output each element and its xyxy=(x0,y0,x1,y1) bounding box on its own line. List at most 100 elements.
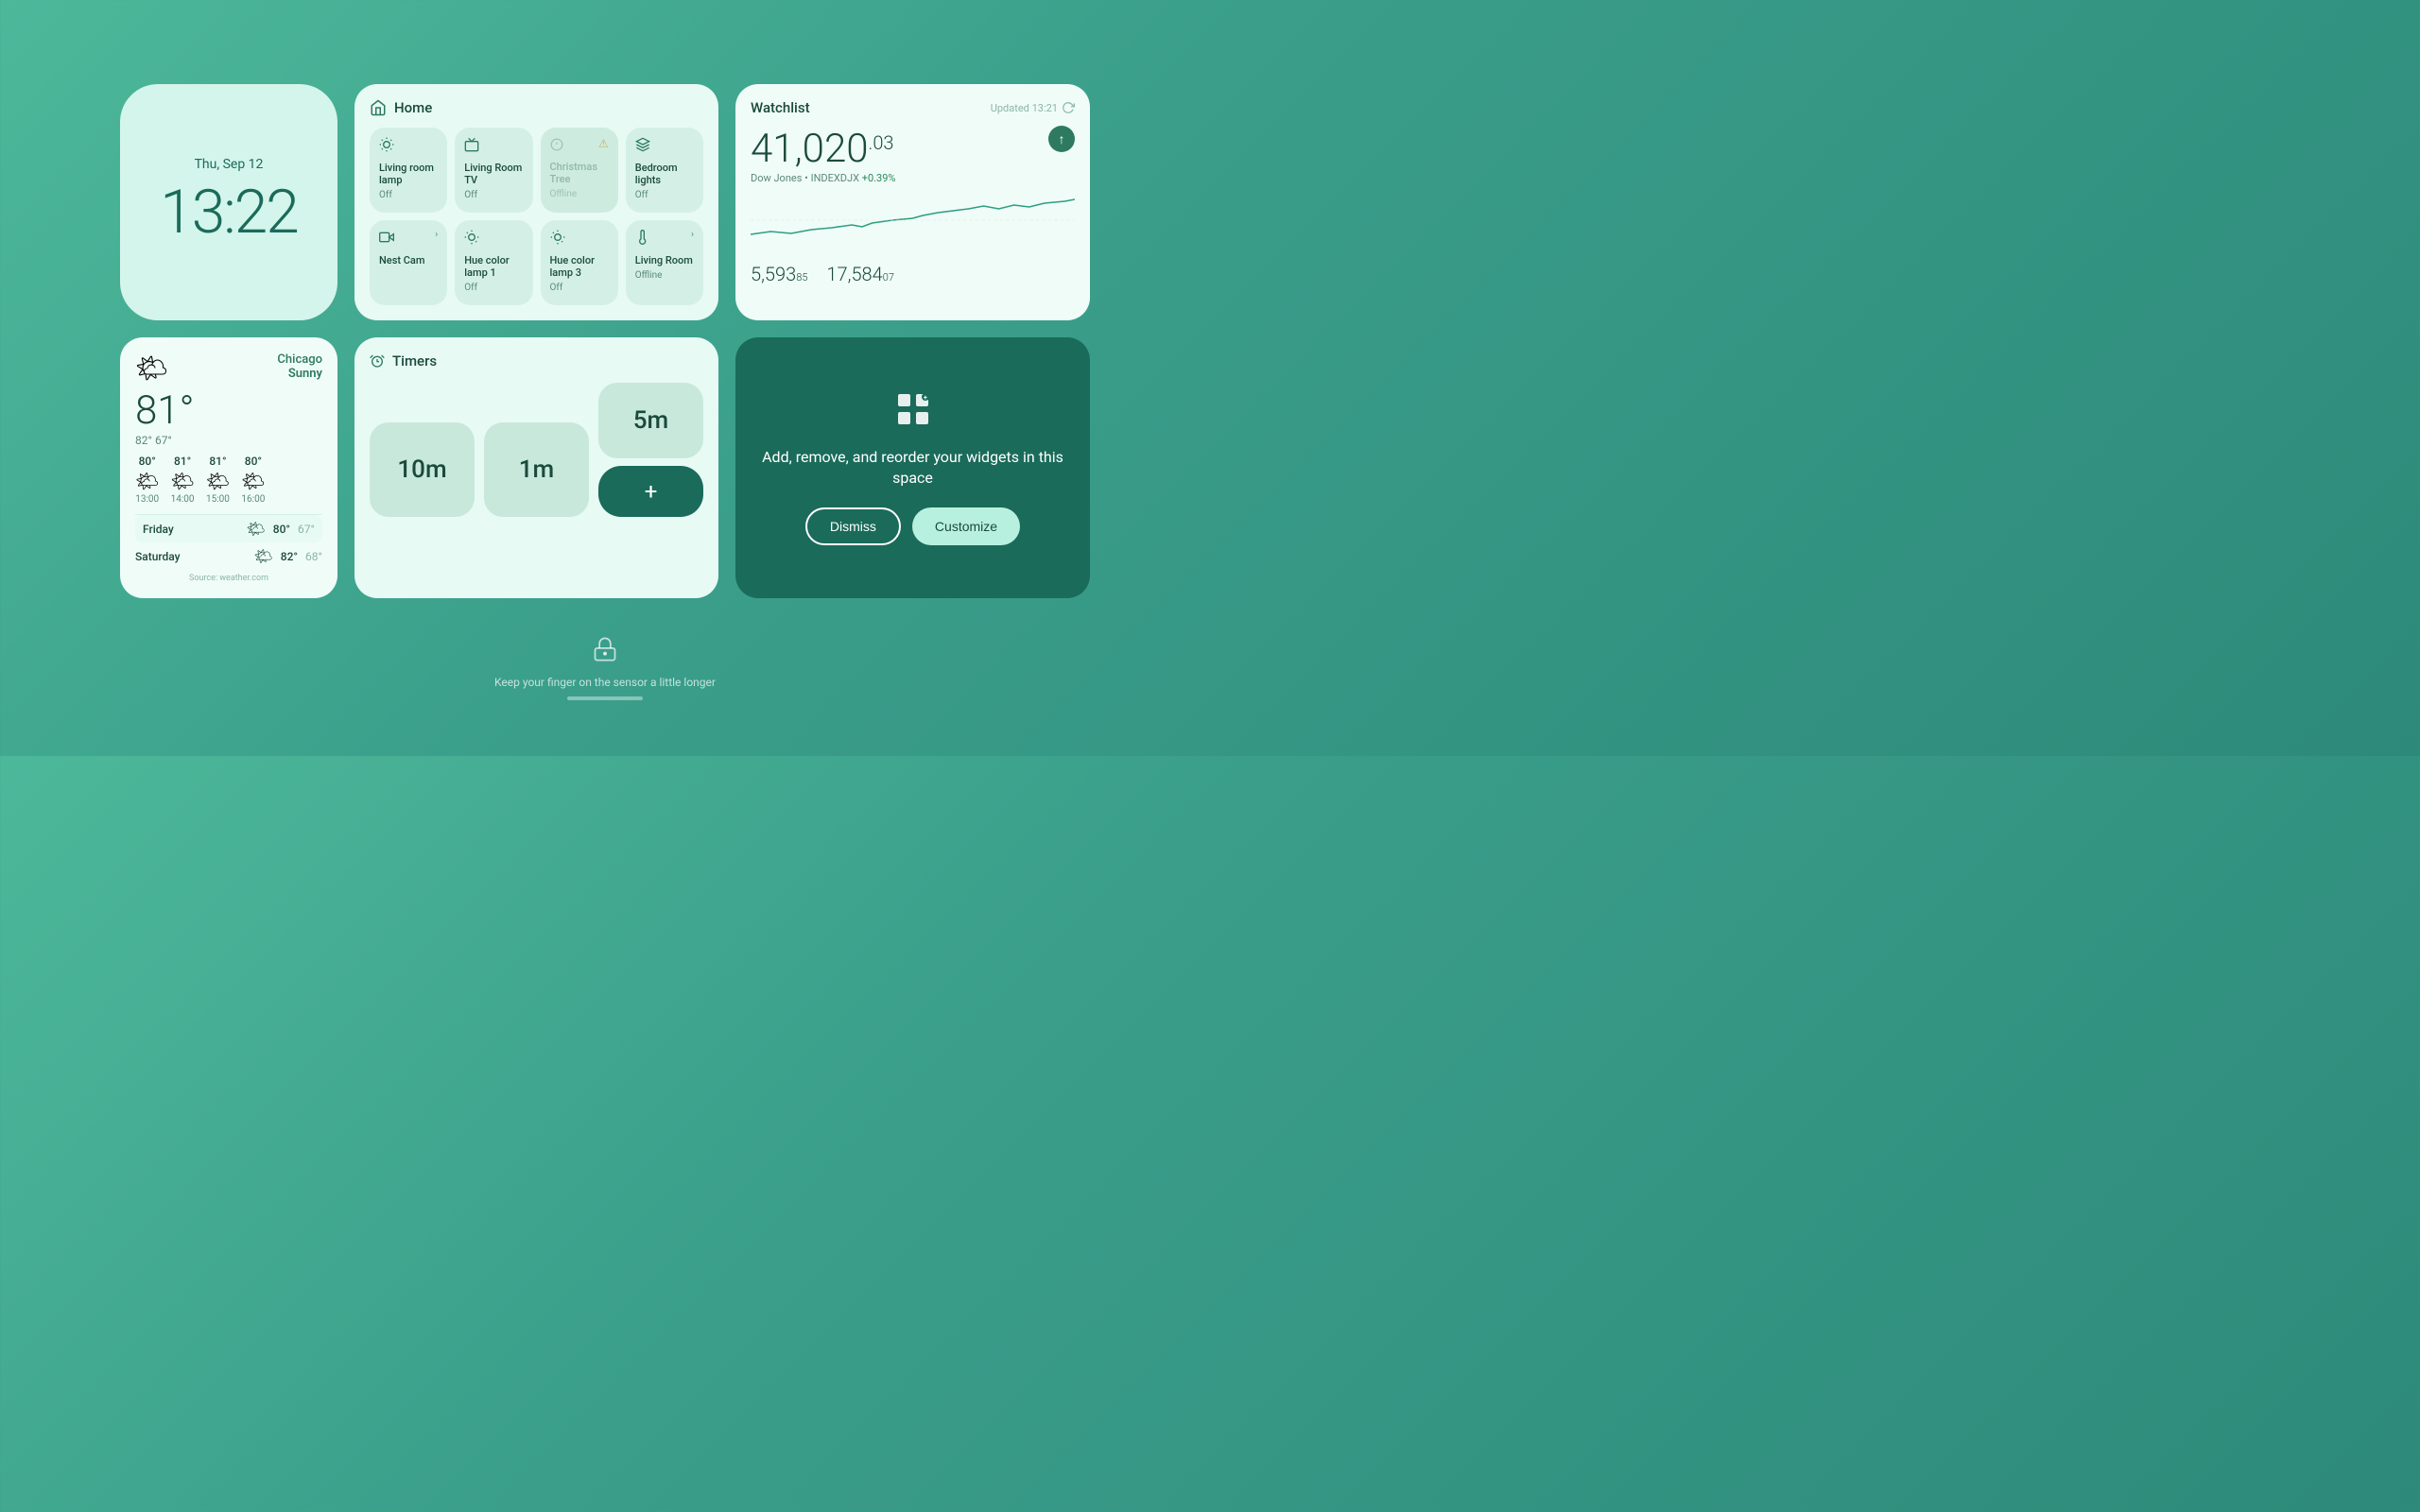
chart-svg xyxy=(751,192,1075,249)
daily-temps-saturday: 82° 68° xyxy=(281,550,322,563)
hue-lamp-3-icon xyxy=(550,230,609,249)
fingerprint-section: Keep your finger on the sensor a little … xyxy=(494,636,716,700)
watchlist-updated: Updated 13:21 xyxy=(991,101,1075,114)
living-room-icon xyxy=(635,230,694,249)
hourly-icon-4: 🌤 xyxy=(241,470,265,492)
timer-value-10m: 10m xyxy=(397,455,446,484)
hourly-time-2: 14:00 xyxy=(171,494,195,505)
widget-grid-icon: + xyxy=(894,390,932,428)
stock-price-decimal: .03 xyxy=(869,131,894,154)
customize-buttons: Dismiss Customize xyxy=(805,507,1020,545)
weather-header: 🌤 Chicago Sunny xyxy=(135,352,322,384)
customize-icon: + xyxy=(894,390,932,436)
fingerprint-icon xyxy=(592,636,618,668)
watchlist-updated-text: Updated 13:21 xyxy=(991,102,1058,114)
timer-card-1m[interactable]: 1m xyxy=(484,422,589,517)
device-name-tv: Living Room TV xyxy=(464,162,523,186)
svg-text:+: + xyxy=(924,394,927,402)
device-name-hue-lamp-3: Hue color lamp 3 xyxy=(550,254,609,279)
bedroom-lights-icon xyxy=(635,137,694,156)
customize-button[interactable]: Customize xyxy=(912,507,1020,545)
weather-condition: Sunny xyxy=(288,367,322,381)
device-card-nest-cam[interactable]: › Nest Cam xyxy=(370,220,447,305)
stock-item-2: 17,58407 xyxy=(826,263,894,285)
hourly-time-4: 16:00 xyxy=(241,494,265,505)
daily-temps-friday: 80° 67° xyxy=(273,523,315,536)
device-card-christmas-tree[interactable]: ⚠ Christmas Tree Offline xyxy=(541,128,618,213)
device-card-bedroom-lights[interactable]: Bedroom lights Off xyxy=(626,128,703,213)
timer-card-5m[interactable]: 5m xyxy=(598,383,703,458)
weather-temp: 81° xyxy=(135,387,322,434)
watchlist-widget: Watchlist Updated 13:21 41,020.03 Dow Jo… xyxy=(735,84,1090,320)
clock-date: Thu, Sep 12 xyxy=(195,157,264,172)
christmas-tree-header: ⚠ xyxy=(550,137,609,157)
weather-source: Source: weather.com xyxy=(135,574,322,583)
home-title: Home xyxy=(394,99,432,116)
device-card-living-room-lamp[interactable]: Living room lamp Off xyxy=(370,128,447,213)
device-status-hue-lamp-3: Off xyxy=(550,283,609,293)
stock-price: 41,020.03 xyxy=(751,126,895,172)
add-timer-button[interactable]: + xyxy=(598,466,703,517)
dismiss-button[interactable]: Dismiss xyxy=(805,507,901,545)
device-status-bedroom-lights: Off xyxy=(635,190,694,200)
refresh-icon[interactable] xyxy=(1062,101,1075,114)
stock-bottom: 5,59385 17,58407 xyxy=(751,263,1075,285)
hourly-temp-2: 81° xyxy=(174,455,191,468)
stock-change: +0.39% xyxy=(862,172,896,184)
lock-icon xyxy=(592,636,618,662)
device-status-living-room: Offline xyxy=(635,270,694,281)
stock-chart xyxy=(751,192,1075,258)
christmas-tree-icon xyxy=(550,137,563,155)
hourly-icon-1: 🌤 xyxy=(135,470,159,492)
device-status-christmas-tree: Offline xyxy=(550,189,609,199)
fingerprint-text: Keep your finger on the sensor a little … xyxy=(494,676,716,689)
timer-icon xyxy=(370,353,385,369)
stock-up-button[interactable]: ↑ xyxy=(1048,126,1075,152)
weather-city: Chicago xyxy=(277,352,322,367)
living-room-chevron: › xyxy=(691,230,694,240)
stock-item-1: 5,59385 xyxy=(751,263,807,285)
daily-icon-saturday: 🌤 xyxy=(253,547,272,565)
nest-cam-icon xyxy=(379,230,438,249)
daily-day-friday: Friday xyxy=(143,523,238,536)
home-widget: Home Living room lamp Off Living Room TV… xyxy=(354,84,718,320)
customize-text: Add, remove, and reorder your widgets in… xyxy=(758,447,1067,490)
hourly-temp-3: 81° xyxy=(209,455,226,468)
add-timer-icon: + xyxy=(645,478,658,505)
timer-card-10m[interactable]: 10m xyxy=(370,422,475,517)
device-card-living-room-tv[interactable]: Living Room TV Off xyxy=(455,128,532,213)
hourly-temp-1: 80° xyxy=(139,455,156,468)
weather-range: 82° 67° xyxy=(135,434,322,447)
stock-value-2: 17,58407 xyxy=(826,263,894,285)
timers-widget: Timers 10m 1m 5m + xyxy=(354,337,718,598)
device-card-hue-lamp-1[interactable]: Hue color lamp 1 Off xyxy=(455,220,532,305)
home-icon xyxy=(370,99,387,116)
timer-value-1m: 1m xyxy=(519,455,554,484)
warning-icon: ⚠ xyxy=(598,137,609,150)
daily-icon-friday: 🌤 xyxy=(246,520,265,538)
device-status-tv: Off xyxy=(464,190,523,200)
hourly-forecast: 80° 🌤 13:00 81° 🌤 14:00 81° 🌤 15:00 80° … xyxy=(135,455,322,505)
device-name-living-room: Living Room xyxy=(635,254,694,266)
lamp-icon xyxy=(379,137,438,156)
customize-widget: + Add, remove, and reorder your widgets … xyxy=(735,337,1090,598)
device-card-hue-lamp-3[interactable]: Hue color lamp 3 Off xyxy=(541,220,618,305)
stock-value-1: 5,59385 xyxy=(751,263,807,285)
daily-day-saturday: Saturday xyxy=(135,550,246,563)
hourly-icon-2: 🌤 xyxy=(170,470,194,492)
friday-high: 80° xyxy=(273,523,290,536)
home-header: Home xyxy=(370,99,703,116)
daily-item-friday: Friday 🌤 80° 67° xyxy=(135,515,322,542)
hourly-item-3: 81° 🌤 15:00 xyxy=(206,455,230,505)
weather-widget: 🌤 Chicago Sunny 81° 82° 67° 80° 🌤 13:00 … xyxy=(120,337,337,598)
timers-title: Timers xyxy=(392,352,437,369)
watchlist-title: Watchlist xyxy=(751,99,810,116)
clock-time: 13:22 xyxy=(160,177,297,248)
device-status-living-room-lamp: Off xyxy=(379,190,438,200)
device-name-christmas-tree: Christmas Tree xyxy=(550,161,609,185)
device-card-living-room-offline[interactable]: › Living Room Offline xyxy=(626,220,703,305)
stock-index: Dow Jones • INDEXDJX +0.39% xyxy=(751,172,895,184)
device-name-hue-lamp-1: Hue color lamp 1 xyxy=(464,254,523,279)
timers-grid: 10m 1m 5m + xyxy=(370,383,703,517)
hourly-item-4: 80° 🌤 16:00 xyxy=(241,455,265,505)
